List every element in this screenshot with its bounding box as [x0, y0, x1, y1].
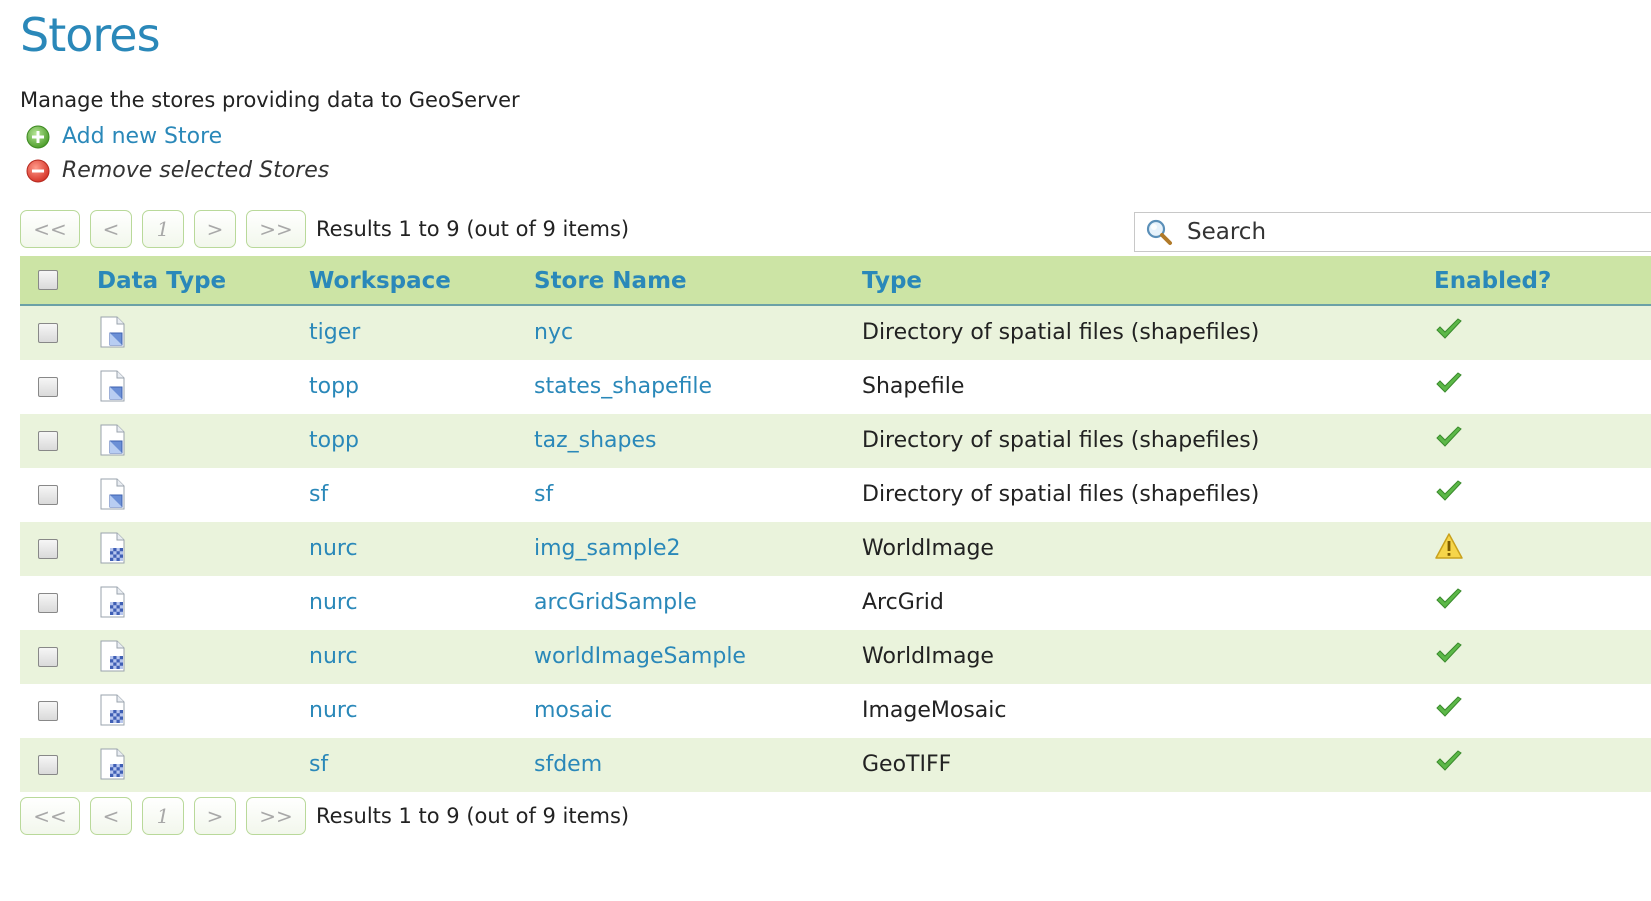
table-row: nurc mosaic ImageMosaic [20, 684, 1651, 738]
workspace-link[interactable]: nurc [309, 698, 358, 723]
header-store-name[interactable]: Store Name [534, 268, 687, 294]
row-checkbox[interactable] [38, 377, 58, 397]
raster-file-icon [98, 694, 128, 726]
store-type: WorldImage [862, 644, 994, 669]
pager-next-button[interactable]: > [194, 210, 236, 248]
raster-file-icon [98, 532, 128, 564]
row-checkbox[interactable] [38, 323, 58, 343]
check-icon [1434, 316, 1464, 344]
warning-icon [1434, 532, 1464, 560]
pager-bottom: << < 1 > >> Results 1 to 9 (out of 9 ite… [20, 797, 629, 835]
store-name-link[interactable]: sfdem [534, 752, 602, 777]
row-checkbox[interactable] [38, 431, 58, 451]
table-row: nurc img_sample2 WorldImage [20, 522, 1651, 576]
header-data-type[interactable]: Data Type [97, 268, 226, 294]
row-checkbox[interactable] [38, 755, 58, 775]
table-row: sf sf Directory of spatial files (shapefil… [20, 468, 1651, 522]
remove-selected-stores-link[interactable]: Remove selected Stores [26, 158, 329, 183]
row-checkbox[interactable] [38, 593, 58, 613]
add-new-store-link[interactable]: Add new Store [26, 124, 222, 149]
pager-page-button[interactable]: 1 [142, 210, 184, 248]
check-icon [1434, 424, 1464, 452]
search-input[interactable] [1185, 218, 1609, 246]
remove-selected-stores-label: Remove selected Stores [62, 158, 330, 183]
store-name-link[interactable]: arcGridSample [534, 590, 697, 615]
row-checkbox[interactable] [38, 539, 58, 559]
store-type: ImageMosaic [862, 698, 1007, 723]
store-type: Directory of spatial files (shapefiles) [862, 482, 1260, 507]
select-all-checkbox[interactable] [38, 270, 58, 290]
pager-first-button[interactable]: << [20, 210, 80, 248]
vector-file-icon [98, 424, 128, 456]
row-checkbox[interactable] [38, 647, 58, 667]
table-body: tiger nyc Directory of spatial files (shap… [20, 306, 1651, 792]
check-icon [1434, 586, 1464, 614]
store-type: WorldImage [862, 536, 994, 561]
minus-circle-icon [26, 159, 50, 182]
stores-table: Data Type Workspace Store Name Type Enab… [20, 256, 1651, 792]
pager-results-text: Results 1 to 9 (out of 9 items) [316, 804, 630, 828]
row-checkbox[interactable] [38, 701, 58, 721]
header-workspace[interactable]: Workspace [309, 268, 451, 294]
plus-circle-icon [26, 125, 50, 148]
check-icon [1434, 694, 1464, 722]
pager-prev-button[interactable]: < [90, 797, 132, 835]
workspace-link[interactable]: topp [309, 374, 359, 399]
workspace-link[interactable]: nurc [309, 590, 358, 615]
store-name-link[interactable]: states_shapefile [534, 374, 712, 399]
store-name-link[interactable]: taz_shapes [534, 428, 657, 453]
magnifier-icon [1146, 219, 1172, 245]
store-name-link[interactable]: sf [534, 482, 553, 507]
search-box[interactable] [1134, 212, 1651, 252]
pager-prev-button[interactable]: < [90, 210, 132, 248]
raster-file-icon [98, 640, 128, 672]
workspace-link[interactable]: tiger [309, 320, 360, 345]
check-icon [1434, 478, 1464, 506]
vector-file-icon [98, 370, 128, 402]
table-row: topp taz_shapes Directory of spatial files… [20, 414, 1651, 468]
workspace-link[interactable]: sf [309, 752, 328, 777]
check-icon [1434, 748, 1464, 776]
table-row: topp states_shapefile Shapefile [20, 360, 1651, 414]
check-icon [1434, 370, 1464, 398]
table-row: nurc worldImageSample WorldImage [20, 630, 1651, 684]
raster-file-icon [98, 586, 128, 618]
table-row: sf sfdem GeoTIFF [20, 738, 1651, 792]
header-enabled[interactable]: Enabled? [1434, 268, 1551, 294]
store-type: Directory of spatial files (shapefiles) [862, 320, 1260, 345]
pager-last-button[interactable]: >> [246, 210, 306, 248]
workspace-link[interactable]: nurc [309, 536, 358, 561]
pager-results-text: Results 1 to 9 (out of 9 items) [316, 217, 630, 241]
pager-next-button[interactable]: > [194, 797, 236, 835]
store-name-link[interactable]: img_sample2 [534, 536, 681, 561]
row-checkbox[interactable] [38, 485, 58, 505]
store-name-link[interactable]: nyc [534, 320, 573, 345]
table-row: nurc arcGridSample ArcGrid [20, 576, 1651, 630]
raster-file-icon [98, 748, 128, 780]
workspace-link[interactable]: topp [309, 428, 359, 453]
workspace-link[interactable]: sf [309, 482, 328, 507]
pager-last-button[interactable]: >> [246, 797, 306, 835]
store-type: ArcGrid [862, 590, 944, 615]
store-name-link[interactable]: worldImageSample [534, 644, 746, 669]
store-type: Directory of spatial files (shapefiles) [862, 428, 1260, 453]
vector-file-icon [98, 316, 128, 348]
add-new-store-label: Add new Store [62, 124, 223, 149]
vector-file-icon [98, 478, 128, 510]
page-description: Manage the stores providing data to GeoS… [20, 88, 520, 112]
header-type[interactable]: Type [862, 268, 922, 294]
workspace-link[interactable]: nurc [309, 644, 358, 669]
check-icon [1434, 640, 1464, 668]
pager-page-button[interactable]: 1 [142, 797, 184, 835]
table-row: tiger nyc Directory of spatial files (shap… [20, 306, 1651, 360]
store-name-link[interactable]: mosaic [534, 698, 612, 723]
pager-first-button[interactable]: << [20, 797, 80, 835]
table-header: Data Type Workspace Store Name Type Enab… [20, 256, 1651, 306]
page-title: Stores [20, 8, 161, 62]
store-type: Shapefile [862, 374, 965, 399]
pager-top: << < 1 > >> Results 1 to 9 (out of 9 ite… [20, 210, 629, 248]
store-type: GeoTIFF [862, 752, 952, 777]
